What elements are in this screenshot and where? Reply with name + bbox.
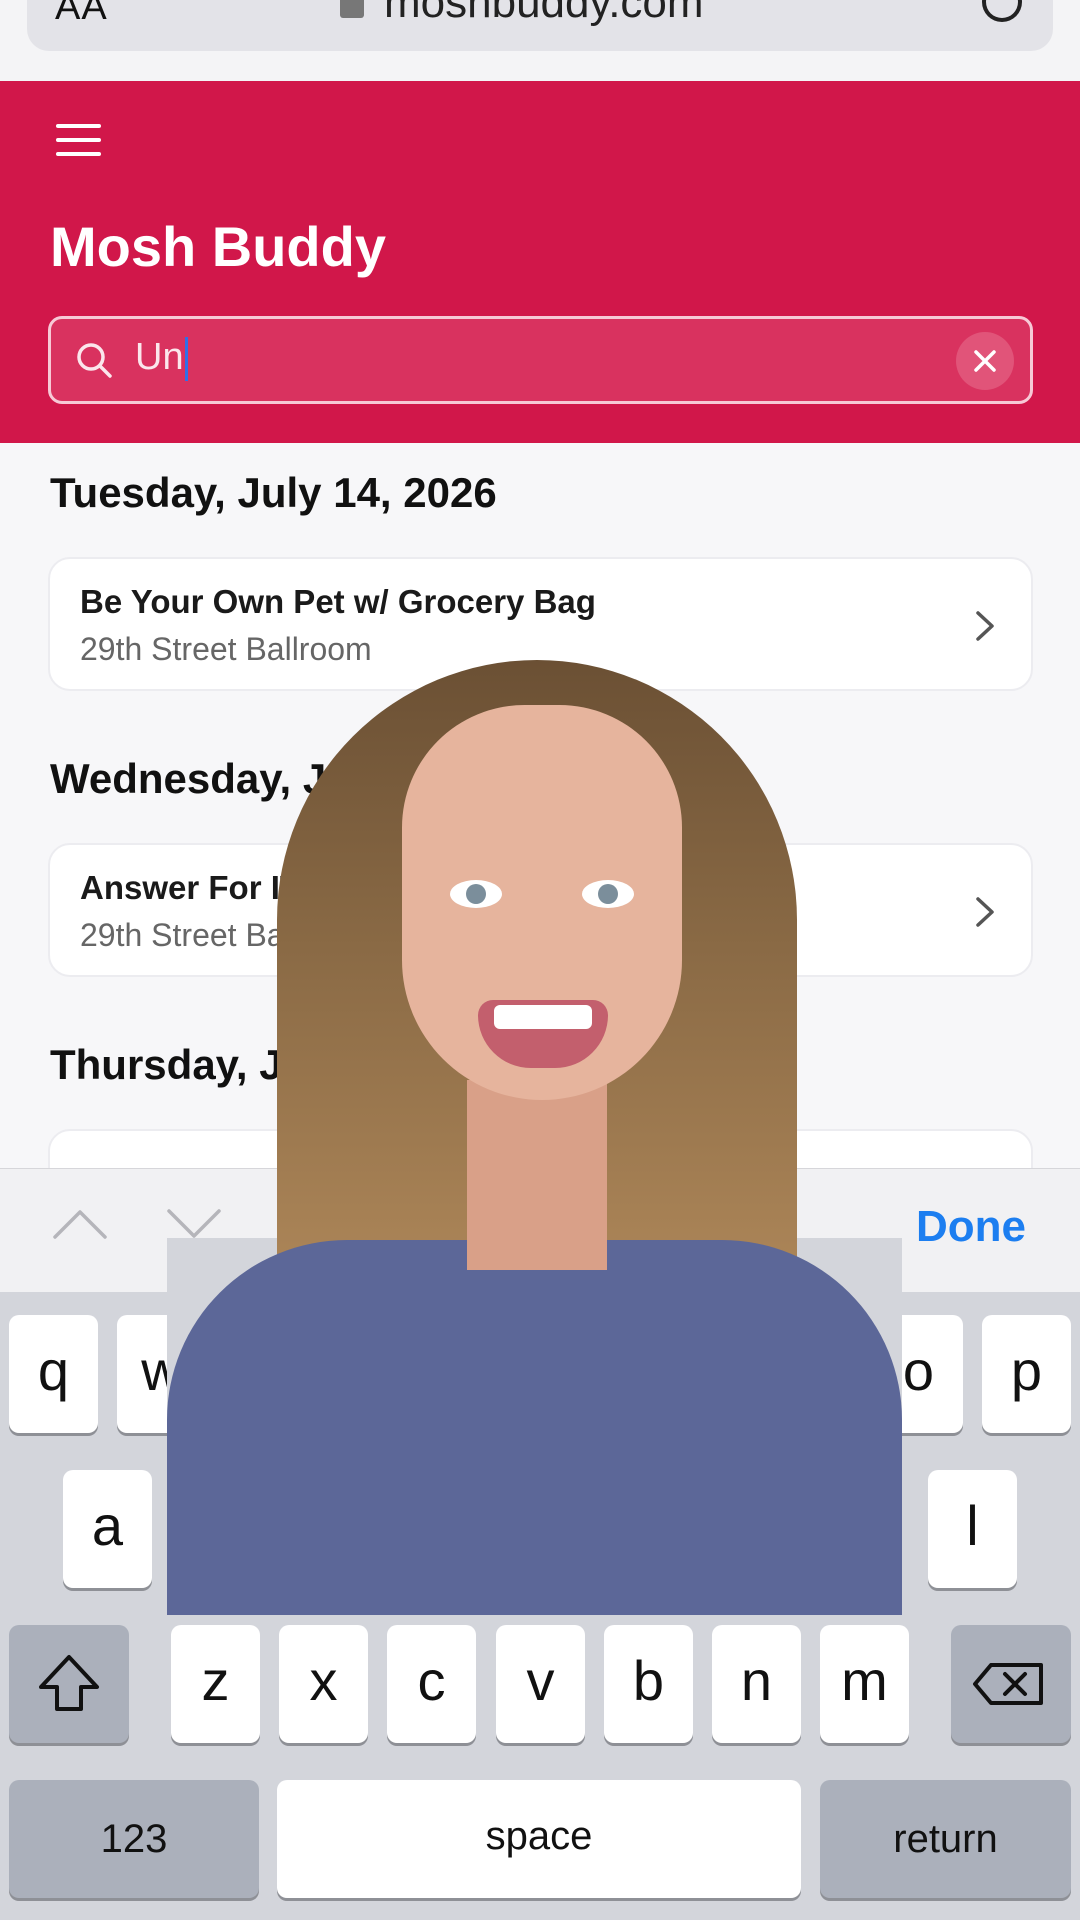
- clear-search-button[interactable]: [956, 332, 1014, 390]
- chevron-right-icon: [976, 611, 994, 641]
- key-x[interactable]: x: [279, 1625, 368, 1743]
- search-input[interactable]: [48, 316, 1033, 404]
- search-value[interactable]: Un: [135, 336, 188, 381]
- presenter-overlay-image: [167, 660, 902, 1615]
- key-c[interactable]: c: [387, 1625, 476, 1743]
- chevron-up-icon[interactable]: [52, 1208, 108, 1240]
- return-key[interactable]: return: [820, 1780, 1071, 1898]
- delete-key[interactable]: [951, 1625, 1071, 1743]
- chevron-right-icon: [976, 897, 994, 927]
- key-n[interactable]: n: [712, 1625, 801, 1743]
- key-z[interactable]: z: [171, 1625, 260, 1743]
- day-heading: Tuesday, July 14, 2026: [50, 469, 497, 516]
- hamburger-icon[interactable]: [56, 124, 101, 156]
- browser-address-area: AA moshbuddy.com: [0, 0, 1080, 82]
- key-m[interactable]: m: [820, 1625, 909, 1743]
- url-text[interactable]: moshbuddy.com: [384, 0, 704, 28]
- key-a[interactable]: a: [63, 1470, 152, 1588]
- shift-key[interactable]: [9, 1625, 129, 1743]
- space-key[interactable]: space: [277, 1780, 801, 1898]
- key-q[interactable]: q: [9, 1315, 98, 1433]
- event-title: Be Your Own Pet w/ Grocery Bag: [80, 583, 596, 620]
- lock-icon: [340, 0, 364, 18]
- key-b[interactable]: b: [604, 1625, 693, 1743]
- shift-icon: [39, 1655, 99, 1711]
- search-icon: [77, 343, 112, 378]
- key-l[interactable]: l: [928, 1470, 1017, 1588]
- numbers-key[interactable]: 123: [9, 1780, 259, 1898]
- key-v[interactable]: v: [496, 1625, 585, 1743]
- backspace-icon: [973, 1663, 1043, 1705]
- close-icon: [974, 350, 996, 372]
- done-button[interactable]: Done: [916, 1202, 1026, 1252]
- app-title: Mosh Buddy: [50, 215, 386, 278]
- key-p[interactable]: p: [982, 1315, 1071, 1433]
- reader-settings-button[interactable]: AA: [55, 0, 108, 29]
